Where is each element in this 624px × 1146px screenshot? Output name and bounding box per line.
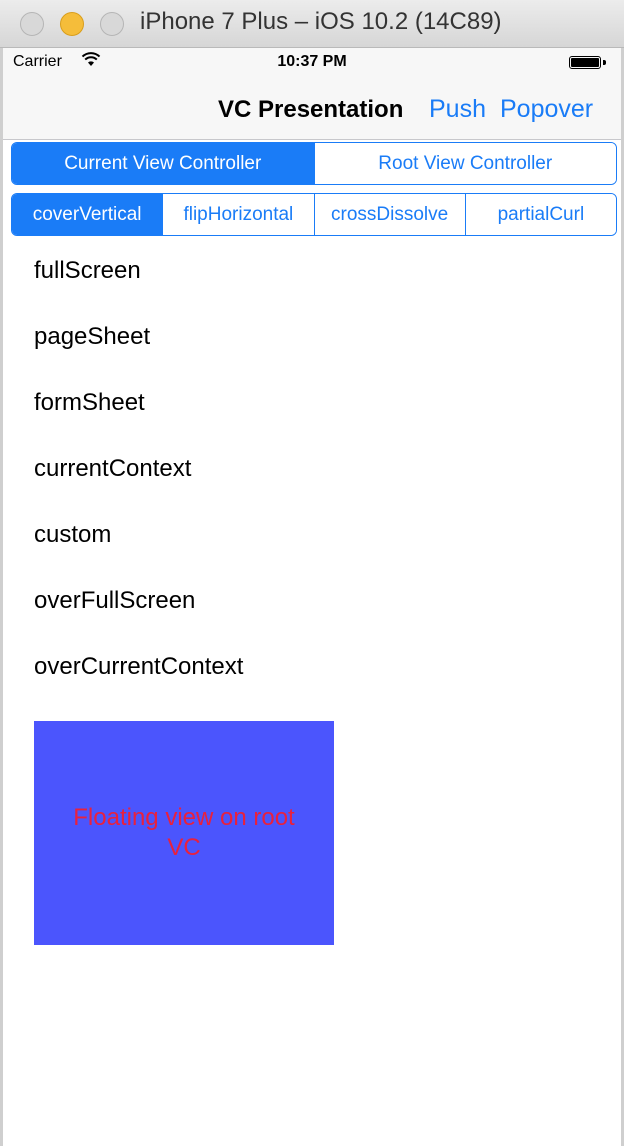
- segment-root-view-controller[interactable]: Root View Controller: [314, 143, 616, 184]
- segment-cover-vertical[interactable]: coverVertical: [12, 194, 164, 235]
- context-segmented-control: Current View Controller Root View Contro…: [11, 142, 617, 185]
- list-item-current-context[interactable]: currentContext: [3, 436, 621, 502]
- window-zoom-button[interactable]: [100, 12, 124, 36]
- device-screen: Carrier 10:37 PM VC Presentation Push Po…: [3, 48, 621, 1146]
- segment-partial-curl[interactable]: partialCurl: [465, 194, 616, 235]
- floating-view: Floating view on root VC: [34, 721, 334, 945]
- status-bar: Carrier 10:37 PM: [3, 48, 621, 78]
- list-item-full-screen[interactable]: fullScreen: [3, 238, 621, 304]
- list-item-form-sheet[interactable]: formSheet: [3, 370, 621, 436]
- segment-flip-horizontal[interactable]: flipHorizontal: [163, 194, 315, 235]
- list-item-over-current-context[interactable]: overCurrentContext: [3, 634, 621, 700]
- popover-button[interactable]: Popover: [500, 95, 593, 124]
- window-title: iPhone 7 Plus – iOS 10.2 (14C89): [140, 8, 502, 35]
- segment-cross-dissolve[interactable]: crossDissolve: [314, 194, 466, 235]
- list-item-over-full-screen[interactable]: overFullScreen: [3, 568, 621, 634]
- presentation-style-list: fullScreen pageSheet formSheet currentCo…: [3, 238, 621, 700]
- navigation-bar: VC Presentation Push Popover: [3, 78, 621, 140]
- battery-icon: [569, 56, 601, 69]
- simulator-title-bar: iPhone 7 Plus – iOS 10.2 (14C89): [0, 0, 624, 48]
- list-item-page-sheet[interactable]: pageSheet: [3, 304, 621, 370]
- transition-segmented-control: coverVertical flipHorizontal crossDissol…: [11, 193, 617, 236]
- battery-tip: [603, 60, 606, 65]
- list-item-custom[interactable]: custom: [3, 502, 621, 568]
- window-close-button[interactable]: [20, 12, 44, 36]
- push-button[interactable]: Push: [429, 95, 486, 124]
- segment-current-view-controller[interactable]: Current View Controller: [12, 143, 315, 184]
- nav-title: VC Presentation: [218, 96, 404, 123]
- floating-view-label: Floating view on root VC: [73, 804, 295, 861]
- status-time: 10:37 PM: [277, 53, 347, 70]
- window-minimize-button[interactable]: [60, 12, 84, 36]
